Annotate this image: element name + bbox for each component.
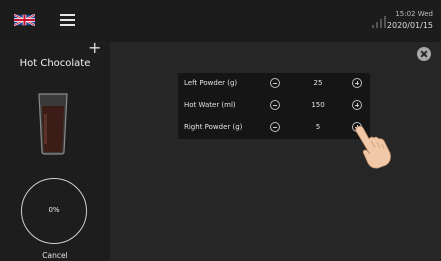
progress-text: 0% xyxy=(48,206,60,214)
row-label: Left Powder (g) xyxy=(184,79,238,87)
progress-ring: 0% xyxy=(21,178,87,244)
plus-circle-icon[interactable] xyxy=(352,78,362,88)
row-value: 150 xyxy=(311,101,325,109)
row-label: Hot Water (ml) xyxy=(184,101,236,109)
plus-circle-icon[interactable] xyxy=(352,100,362,110)
uk-flag-icon[interactable] xyxy=(14,13,35,27)
plus-icon[interactable]: + xyxy=(88,40,101,56)
date-text: 2020/01/15 xyxy=(386,21,433,30)
time-text: 15:02 Wed xyxy=(395,10,433,18)
row-value: 25 xyxy=(313,79,323,87)
minus-icon[interactable] xyxy=(270,100,280,110)
row-value: 5 xyxy=(315,123,321,131)
pointing-hand-icon xyxy=(355,125,391,169)
minus-icon[interactable] xyxy=(270,122,280,132)
row-label: Right Powder (g) xyxy=(184,123,243,131)
recipe-panel: Left Powder (g) 25 Hot Water (ml) 150 Ri… xyxy=(178,73,370,139)
hot-chocolate-cup-icon xyxy=(38,93,68,155)
close-icon[interactable] xyxy=(417,47,431,61)
minus-icon[interactable] xyxy=(270,78,280,88)
clock: 15:02 Wed 2020/01/15 xyxy=(387,9,433,31)
signal-strength-icon xyxy=(372,16,386,28)
recipe-row-left-powder: Left Powder (g) 25 xyxy=(178,73,370,95)
cancel-button[interactable]: Cancel xyxy=(0,251,110,260)
drink-name: Hot Chocolate xyxy=(19,58,91,69)
recipe-row-right-powder: Right Powder (g) 5 xyxy=(178,117,370,139)
top-bar: 15:02 Wed 2020/01/15 xyxy=(0,0,441,42)
recipe-row-hot-water: Hot Water (ml) 150 xyxy=(178,95,370,117)
hamburger-menu-icon[interactable] xyxy=(60,14,75,26)
